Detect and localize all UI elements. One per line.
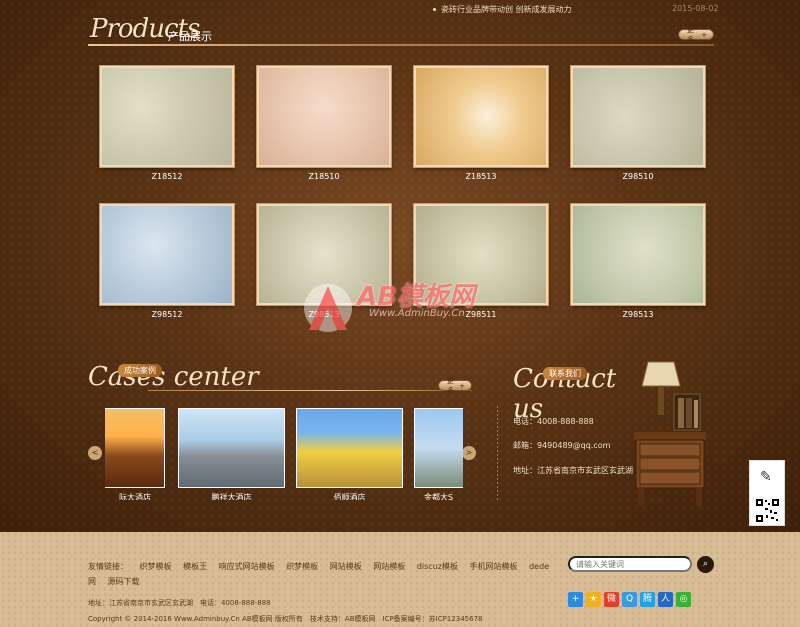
product-item[interactable]: Z98512 <box>100 204 234 319</box>
case-image[interactable] <box>178 408 285 488</box>
products-divider <box>88 44 714 46</box>
case-item[interactable]: 鹏祥大酒店 <box>178 408 285 500</box>
product-item[interactable]: Z98513 <box>571 204 705 319</box>
product-item[interactable]: Z18510 <box>257 66 391 181</box>
top-news-date: 2015-08-02 <box>672 4 719 13</box>
product-label[interactable]: Z98510 <box>571 172 705 181</box>
cases-more-label: 更多 <box>447 376 454 395</box>
footer-link[interactable]: 网站模板 <box>330 562 362 571</box>
section-divider <box>497 406 498 502</box>
product-item[interactable]: Z98510 <box>571 66 705 181</box>
qzone-share-icon[interactable]: Q <box>622 592 637 607</box>
products-title: 产品展示 <box>168 30 212 43</box>
cases-prev-button[interactable]: < <box>88 446 102 460</box>
watermark-a-icon <box>304 284 352 332</box>
product-item[interactable]: Z18513 <box>414 66 548 181</box>
tencent-share-icon[interactable]: 腾 <box>640 592 655 607</box>
renren-share-icon[interactable]: 人 <box>658 592 673 607</box>
edit-icon[interactable]: ✎ <box>760 469 772 485</box>
plus-icon: + <box>701 30 707 39</box>
product-image[interactable] <box>571 204 705 305</box>
cases-divider <box>148 390 472 391</box>
cases-script-title: Cases center <box>88 362 259 392</box>
products-more-button[interactable]: 更多 + <box>678 26 714 44</box>
product-label[interactable]: Z98512 <box>100 310 234 319</box>
product-item[interactable]: Z18512 <box>100 66 234 181</box>
product-image[interactable] <box>571 66 705 167</box>
cases-more-button[interactable]: 更多 + <box>438 377 472 395</box>
footer-link[interactable]: discuz模板 <box>417 562 458 571</box>
contact-address: 地址：江苏省南京市玄武区玄武湖 <box>513 466 633 475</box>
cases-title-badge: 成功案例 <box>118 364 162 377</box>
product-label[interactable]: Z98513 <box>571 310 705 319</box>
case-item[interactable]: 佰顺酒店 <box>296 408 403 500</box>
contact-phone: 电话：4008-888-888 <box>513 417 594 426</box>
search-input[interactable] <box>568 556 692 572</box>
search-icon: ⌕ <box>702 559 709 569</box>
footer-link[interactable]: 网站模板 <box>373 562 405 571</box>
side-widget: ✎ <box>749 460 785 526</box>
weibo-share-icon[interactable]: 微 <box>604 592 619 607</box>
friend-links-title: 友情链接： <box>88 562 128 571</box>
qr-code-icon <box>755 498 780 523</box>
case-label[interactable]: 金都大S <box>414 492 463 500</box>
footer-link[interactable]: 织梦模板 <box>286 562 318 571</box>
product-image[interactable] <box>100 66 234 167</box>
bullet-icon <box>433 8 436 11</box>
product-image[interactable] <box>257 66 391 167</box>
contact-email: 邮箱：9490489@qq.com <box>513 441 611 450</box>
cases-carousel: 际大酒店 鹏祥大酒店 佰顺酒店 金都大S <box>105 408 463 500</box>
product-label[interactable]: Z18512 <box>100 172 234 181</box>
footer: 友情链接： 织梦模板 模板王 响应式网站模板 织梦模板 网站模板 网站模板 di… <box>0 532 800 627</box>
cases-next-button[interactable]: > <box>462 446 476 460</box>
products-header: Products 产品展示 更多 + <box>88 14 714 50</box>
case-label[interactable]: 佰顺酒店 <box>296 492 403 500</box>
case-item[interactable]: 金都大S <box>414 408 463 500</box>
footer-copyright: Copyright © 2014-2016 Www.Adminbuy.Cn AB… <box>88 615 483 623</box>
wechat-share-icon[interactable]: ◎ <box>676 592 691 607</box>
cases-header: Cases center 成功案例 更多 + <box>88 362 472 396</box>
product-label[interactable]: Z18510 <box>257 172 391 181</box>
case-image[interactable] <box>105 408 165 488</box>
contact-title-badge: 联系我们 <box>543 367 587 380</box>
search-button[interactable]: ⌕ <box>697 556 714 573</box>
case-item[interactable]: 际大酒店 <box>105 408 165 500</box>
case-image[interactable] <box>414 408 463 488</box>
product-label[interactable]: Z18513 <box>414 172 548 181</box>
footer-link[interactable]: 模板王 <box>183 562 207 571</box>
watermark-subtitle: Www.AdminBuy.Cn <box>369 308 465 319</box>
friend-links: 友情链接： 织梦模板 模板王 响应式网站模板 织梦模板 网站模板 网站模板 di… <box>88 559 558 589</box>
star-share-icon[interactable]: ★ <box>586 592 601 607</box>
footer-link[interactable]: 织梦模板 <box>140 562 172 571</box>
case-label[interactable]: 际大酒店 <box>105 492 165 500</box>
case-label[interactable]: 鹏祥大酒店 <box>178 492 285 500</box>
contact-header: Contact us 联系我们 <box>513 364 643 424</box>
products-more-label: 更多 <box>687 25 694 44</box>
plus-share-icon[interactable]: + <box>568 592 583 607</box>
product-image[interactable] <box>100 204 234 305</box>
product-image[interactable] <box>414 66 548 167</box>
plus-icon: + <box>459 381 465 390</box>
case-image[interactable] <box>296 408 403 488</box>
footer-link[interactable]: 源码下载 <box>108 577 140 586</box>
footer-address: 地址：江苏省南京市玄武区玄武湖 电话：4008-888-888 <box>88 599 271 607</box>
footer-link[interactable]: 手机网站模板 <box>470 562 518 571</box>
footer-link[interactable]: 响应式网站模板 <box>219 562 275 571</box>
share-bar: + ★ 微 Q 腾 人 ◎ <box>568 592 691 607</box>
watermark-logo: AB模板网 Www.AdminBuy.Cn <box>303 276 503 340</box>
furniture-illustration <box>634 361 706 506</box>
